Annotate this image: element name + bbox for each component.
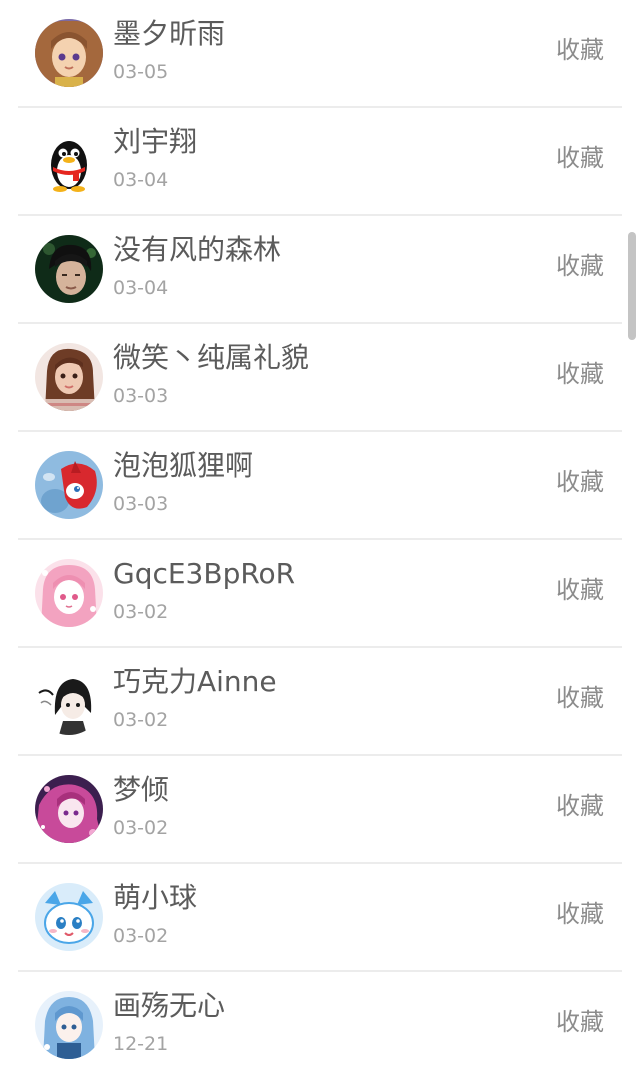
follow-date: 03-02 [113,817,169,839]
list-item[interactable]: 梦倾 03-02 收藏 [18,756,622,864]
list-item[interactable]: 没有风的森林 03-04 收藏 [18,216,622,324]
user-name: 梦倾 [113,773,170,806]
follow-date: 03-03 [113,385,169,407]
follow-date: 03-03 [113,493,169,515]
user-name: 画殇无心 [113,989,226,1022]
blue-hair-anime-avatar-icon[interactable] [35,991,103,1059]
red-fox-avatar-icon[interactable] [35,451,103,519]
favorite-button[interactable]: 收藏 [556,573,604,607]
user-name: 没有风的森林 [113,233,282,266]
list-item[interactable]: 巧克力Ainne 03-02 收藏 [18,648,622,756]
follow-date: 03-02 [113,709,169,731]
user-name: 泡泡狐狸啊 [113,449,254,482]
user-name: 微笑丶纯属礼貌 [113,341,310,374]
favorite-button[interactable]: 收藏 [556,897,604,931]
sketch-girl-avatar-icon[interactable] [35,667,103,735]
blue-cartoon-avatar-icon[interactable] [35,883,103,951]
user-name: 墨夕昕雨 [113,17,226,50]
pink-anime-avatar-icon[interactable] [35,559,103,627]
list-item[interactable]: 萌小球 03-02 收藏 [18,864,622,972]
favorite-button[interactable]: 收藏 [556,465,604,499]
favorite-button[interactable]: 收藏 [556,33,604,67]
list-item[interactable]: GqcE3BpRoR 03-02 收藏 [18,540,622,648]
user-name: 刘宇翔 [113,125,198,158]
user-name: 萌小球 [113,881,198,914]
dark-portrait-avatar-icon[interactable] [35,235,103,303]
purple-anime-avatar-icon[interactable] [35,775,103,843]
list-item[interactable]: 微笑丶纯属礼貌 03-03 收藏 [18,324,622,432]
follow-date: 03-02 [113,925,169,947]
qq-penguin-avatar-icon[interactable] [35,127,103,195]
follow-date: 03-05 [113,61,169,83]
follow-date: 03-04 [113,277,169,299]
follow-date: 03-02 [113,601,169,623]
girl-portrait-avatar-icon[interactable] [35,343,103,411]
favorite-button[interactable]: 收藏 [556,681,604,715]
scrollbar[interactable] [628,232,636,340]
user-name: 巧克力Ainne [113,665,277,698]
list-item[interactable]: 画殇无心 12-21 收藏 [18,972,622,1080]
user-name: GqcE3BpRoR [113,557,296,590]
list-item[interactable]: 泡泡狐狸啊 03-03 收藏 [18,432,622,540]
favorite-button[interactable]: 收藏 [556,1005,604,1039]
anime-girl-avatar-icon[interactable] [35,19,103,87]
favorite-button[interactable]: 收藏 [556,789,604,823]
favorite-button[interactable]: 收藏 [556,141,604,175]
follow-date: 12-21 [113,1033,169,1055]
list-item[interactable]: 墨夕昕雨 03-05 收藏 [18,0,622,108]
follow-date: 03-04 [113,169,169,191]
list-item[interactable]: 刘宇翔 03-04 收藏 [18,108,622,216]
favorite-button[interactable]: 收藏 [556,357,604,391]
favorite-button[interactable]: 收藏 [556,249,604,283]
